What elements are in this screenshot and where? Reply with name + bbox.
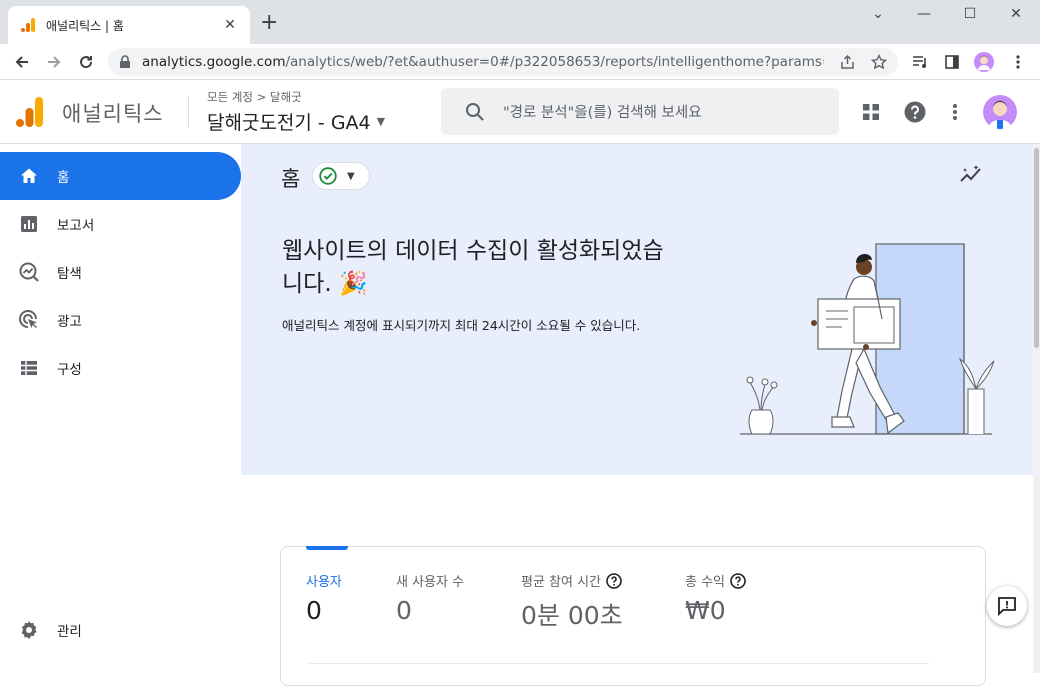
metric-label: 평균 참여 시간: [521, 571, 623, 590]
side-panel-icon[interactable]: [942, 52, 962, 72]
help-circle-icon[interactable]: [730, 572, 746, 589]
banner-subtext: 애널리틱스 계정에 표시되기까지 최대 24시간이 소요될 수 있습니다.: [282, 318, 641, 333]
welcome-banner: 홈 ▼ 웹사이트의 데이터 수집이 활성화되었습니다. 🎉 애널리틱스 계정에 …: [241, 144, 1033, 475]
share-icon[interactable]: [838, 53, 856, 71]
sidebar-item-label: 탐색: [57, 266, 82, 282]
metric-label-text: 새 사용자 수: [396, 575, 465, 590]
arrow-left-icon: [15, 56, 28, 68]
bar-chart-icon: [19, 214, 39, 234]
metric-label-text: 총 수익: [685, 575, 726, 590]
breadcrumb[interactable]: 모든 계정 > 달해굿: [207, 89, 302, 105]
metric-value: 0: [396, 596, 412, 625]
header-divider: [188, 96, 189, 128]
analytics-header: 애널리틱스 모든 계정 > 달해굿 달해굿도전기 - GA4 ▼ "경로 분석"…: [0, 80, 1040, 144]
feedback-icon: [998, 597, 1016, 616]
browser-tab-bar: 애널리틱스 | 홈 ✕ + ⌄ — ☐ ✕: [0, 0, 1040, 44]
person-carrying-box-illustration: [740, 243, 995, 435]
sidebar-item-home[interactable]: 홈: [0, 152, 241, 200]
metric-label: 사용자: [306, 571, 342, 590]
active-tab-indicator: [306, 546, 348, 550]
sidebar: 홈 보고서 탐색 광고 구성 관리: [0, 144, 241, 673]
sidebar-item-admin[interactable]: 관리: [0, 606, 241, 654]
property-name: 달해굿도전기 - GA4: [207, 112, 371, 134]
insights-icon[interactable]: [957, 160, 985, 188]
url-domain: analytics.google.com: [142, 54, 286, 70]
page-title: 홈: [281, 167, 301, 191]
lock-icon: [120, 55, 130, 68]
sidebar-item-label: 광고: [57, 314, 82, 330]
forward-button[interactable]: [44, 52, 64, 72]
reload-button[interactable]: [76, 52, 96, 72]
metric-avg-engagement-time[interactable]: 평균 참여 시간 0분 00초: [521, 571, 623, 632]
sidebar-item-configure[interactable]: 구성: [0, 344, 241, 392]
sidebar-item-label: 보고서: [57, 218, 95, 234]
data-collection-status-chip[interactable]: ▼: [312, 162, 370, 190]
search-placeholder: "경로 분석"을(를) 검색해 보세요: [503, 105, 702, 121]
metrics-card: 사용자 0 새 사용자 수 0 평균 참여 시간 0분 00초 총 수익 ₩0: [280, 546, 986, 686]
browser-tab[interactable]: 애널리틱스 | 홈 ✕: [8, 6, 250, 44]
metric-value: 0분 00초: [521, 601, 623, 630]
sidebar-item-label: 구성: [57, 362, 82, 378]
analytics-favicon-icon: [21, 18, 35, 32]
explore-icon: [19, 262, 39, 282]
apps-grid-icon[interactable]: [859, 100, 883, 124]
ads-icon: [19, 310, 39, 330]
chrome-menu-icon[interactable]: [1008, 52, 1028, 72]
check-circle-icon: [319, 167, 337, 185]
url-text: analytics.google.com/analytics/web/?et&a…: [142, 54, 824, 70]
bookmark-star-icon[interactable]: [870, 53, 888, 71]
banner-headline: 웹사이트의 데이터 수집이 활성화되었습니다. 🎉: [282, 235, 682, 301]
help-circle-icon[interactable]: [606, 572, 622, 589]
sidebar-item-label: 홈: [57, 170, 70, 186]
configure-icon: [19, 358, 39, 378]
account-avatar[interactable]: [983, 95, 1017, 129]
browser-toolbar: analytics.google.com/analytics/web/?et&a…: [0, 44, 1040, 80]
tab-close-icon[interactable]: ✕: [220, 17, 240, 33]
window-close-button[interactable]: ✕: [1006, 6, 1026, 22]
brand-name: 애널리틱스: [62, 102, 164, 126]
more-vert-icon[interactable]: [943, 100, 967, 124]
home-icon: [19, 166, 39, 186]
tab-search-icon[interactable]: ⌄: [868, 6, 888, 22]
party-popper-icon: 🎉: [338, 271, 368, 297]
analytics-logo-icon[interactable]: [16, 96, 44, 128]
search-icon: [466, 102, 484, 121]
property-selector[interactable]: 달해굿도전기 - GA4 ▼: [207, 108, 385, 135]
maximize-button[interactable]: ☐: [960, 6, 980, 22]
metric-total-revenue[interactable]: 총 수익 ₩0: [685, 571, 746, 625]
search-box[interactable]: "경로 분석"을(를) 검색해 보세요: [441, 88, 839, 135]
metric-users[interactable]: 사용자 0: [306, 571, 342, 625]
gear-icon: [19, 620, 39, 640]
reload-icon: [80, 56, 93, 69]
metric-label: 새 사용자 수: [396, 571, 464, 590]
new-tab-button[interactable]: +: [260, 12, 278, 34]
metric-label-text: 사용자: [306, 575, 342, 590]
card-divider: [309, 663, 929, 664]
caret-down-icon: ▼: [347, 170, 355, 182]
metric-value: ₩0: [685, 596, 726, 625]
scrollbar-thumb[interactable]: [1034, 148, 1039, 348]
tab-title: 애널리틱스 | 홈: [46, 18, 124, 33]
feedback-button[interactable]: [987, 586, 1027, 626]
sidebar-item-explore[interactable]: 탐색: [0, 248, 241, 296]
back-button[interactable]: [12, 52, 32, 72]
sidebar-item-reports[interactable]: 보고서: [0, 200, 241, 248]
metric-value: 0: [306, 596, 322, 625]
profile-avatar-small[interactable]: [974, 52, 994, 72]
metric-label: 총 수익: [685, 571, 746, 590]
address-bar[interactable]: analytics.google.com/analytics/web/?et&a…: [108, 48, 898, 76]
help-icon[interactable]: [903, 100, 927, 124]
caret-down-icon: ▼: [376, 115, 386, 128]
sidebar-item-label: 관리: [57, 624, 82, 640]
page-scrollbar[interactable]: [1033, 144, 1040, 673]
reading-list-icon[interactable]: [910, 52, 930, 72]
sidebar-item-advertising[interactable]: 광고: [0, 296, 241, 344]
minimize-button[interactable]: —: [914, 6, 934, 22]
arrow-right-icon: [48, 56, 61, 68]
metric-label-text: 평균 참여 시간: [521, 575, 602, 590]
metric-new-users[interactable]: 새 사용자 수 0: [396, 571, 464, 625]
url-path: /analytics/web/?et&authuser=0#/p32205865…: [285, 54, 824, 70]
main-content: 홈 ▼ 웹사이트의 데이터 수집이 활성화되었습니다. 🎉 애널리틱스 계정에 …: [241, 144, 1033, 686]
